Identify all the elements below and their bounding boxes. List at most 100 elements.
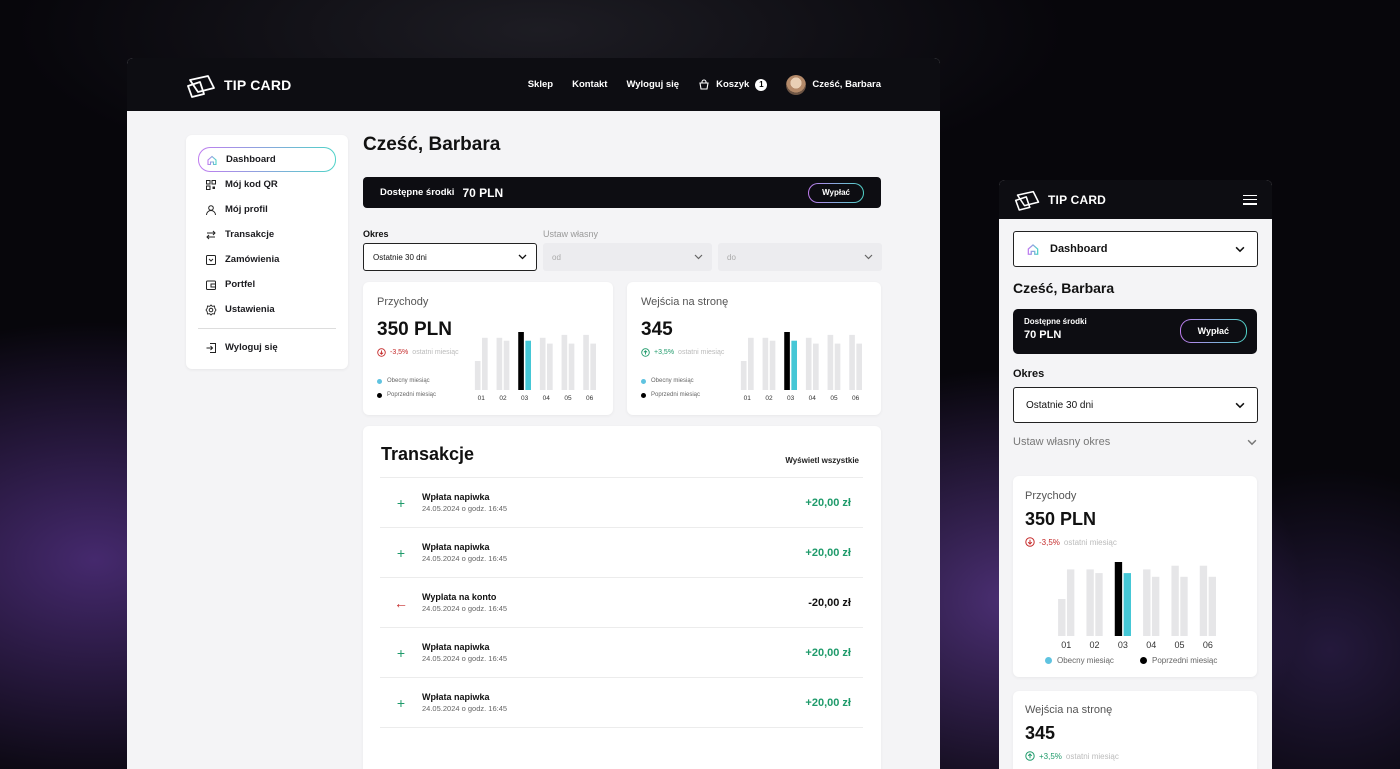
chart-bar-03-s1 (518, 332, 524, 390)
sidebar-item-label: Dashboard (226, 154, 276, 165)
sidebar-item-label: Wyloguj się (225, 342, 278, 353)
top-navbar: TIP CARD Sklep Kontakt Wyloguj się Koszy… (127, 58, 940, 111)
transaction-row[interactable]: + Wpłata napiwka 24.05.2024 o godz. 16:45 +… (380, 477, 863, 527)
chart-bar-06-s2 (590, 343, 596, 390)
chart-bar-01-s2 (748, 337, 754, 390)
chart-tick-label: 04 (543, 395, 551, 402)
custom-period-toggle[interactable]: Ustaw własny okres (1013, 436, 1257, 448)
user-menu[interactable]: Cześć, Barbara (786, 74, 881, 95)
brand-logo[interactable]: TIP CARD (1014, 188, 1106, 211)
chart-tick-label: 01 (744, 395, 752, 402)
revenue-card: Przychody 350 PLN -3,5% ostatni miesiąc … (363, 282, 613, 415)
withdraw-button[interactable]: Wypłać (808, 183, 864, 203)
nav-links: Sklep Kontakt Wyloguj się Koszyk 1 Cześć… (528, 74, 881, 95)
cart-button[interactable]: Koszyk 1 (698, 78, 768, 91)
sidebar-item-dashboard[interactable]: Dashboard (198, 147, 336, 172)
desktop-window: TIP CARD Sklep Kontakt Wyloguj się Koszy… (127, 58, 940, 769)
sidebar-item-logout[interactable]: Wyloguj się (198, 335, 336, 360)
chart-bar-03-s1 (784, 332, 790, 390)
period-select-value: Ostatnie 30 dni (373, 252, 427, 262)
transaction-amount: +20,00 zł (805, 546, 851, 559)
chart-tick-label: 02 (1090, 640, 1100, 650)
mobile-period-select[interactable]: Ostatnie 30 dni (1013, 387, 1258, 423)
plus-icon: + (396, 544, 406, 561)
chevron-down-icon (694, 254, 703, 260)
transaction-amount: -20,00 zł (808, 596, 851, 609)
transaction-name: Wpłata napiwka (422, 492, 490, 502)
sidebar-item-profile[interactable]: Mój profil (198, 197, 336, 222)
chevron-down-icon (1235, 246, 1245, 252)
date-from-select[interactable]: od (543, 243, 712, 271)
chart-bar-06-s1 (1199, 565, 1208, 636)
nav-link-contact[interactable]: Kontakt (572, 79, 607, 90)
mobile-menu-select[interactable]: Dashboard (1013, 231, 1258, 267)
transaction-row[interactable]: + Wpłata napiwka 24.05.2024 o godz. 16:45 +… (380, 527, 863, 577)
chart-bar-02-s2 (503, 340, 510, 390)
avatar (786, 74, 807, 95)
stat-title: Przychody (1025, 490, 1077, 502)
qr-icon (206, 179, 216, 190)
funds-label: Dostępne środki (380, 187, 455, 198)
transaction-date: 24.05.2024 o godz. 16:45 (422, 604, 508, 613)
sidebar-item-wallet[interactable]: Portfel (198, 272, 336, 297)
stat-change-note: ostatni miesiąc (1063, 537, 1117, 547)
mobile-revenue-bar-chart: 01 02 03 04 05 06 (1058, 562, 1216, 650)
mobile-menu-value: Dashboard (1050, 243, 1108, 255)
transaction-row[interactable]: + Wpłata napiwka 24.05.2024 o godz. 16:45 +… (380, 627, 863, 677)
transaction-name: Wpłata napiwka (422, 642, 490, 652)
brand-name: TIP CARD (1048, 192, 1107, 207)
transactions-divider (380, 727, 863, 728)
chart-bar-06-s1 (583, 334, 589, 390)
transfer-icon (206, 230, 216, 239)
funds-amount: 70 PLN (462, 185, 504, 200)
chevron-down-icon (864, 254, 873, 260)
cart-icon (699, 78, 709, 90)
stat-change-percent: -3,5% (1039, 537, 1060, 547)
chevron-down-icon (1247, 439, 1257, 445)
chart-bar-01-s1 (740, 361, 747, 390)
sidebar-item-label: Mój kod QR (225, 179, 278, 190)
period-select[interactable]: Ostatnie 30 dni (363, 243, 537, 271)
chart-bar-05-s1 (561, 334, 568, 390)
revenue-bar-chart: 01 02 03 04 05 06 (474, 332, 596, 402)
stat-change-note: ostatni miesiąc (412, 349, 459, 356)
mobile-navbar: TIP CARD (999, 180, 1272, 219)
transactions-card: Transakcje Wyświetl wszystkie + Wpłata na… (363, 426, 881, 769)
stat-change-note: ostatni miesiąc (1065, 751, 1119, 761)
transaction-date: 24.05.2024 o godz. 16:45 (422, 554, 508, 563)
chart-bar-04-s1 (539, 337, 546, 390)
hamburger-menu-icon[interactable] (1243, 194, 1257, 205)
withdraw-button[interactable]: Wypłać (1180, 319, 1247, 343)
chart-tick-label: 03 (787, 395, 795, 402)
transaction-row[interactable]: ← Wyplata na konto 24.05.2024 o godz. 16:4… (380, 577, 863, 627)
chart-bar-06-s2 (856, 343, 862, 390)
chart-bar-03-s2 (1123, 573, 1131, 636)
sidebar-item-transactions[interactable]: Transakcje (198, 222, 336, 247)
sidebar-item-orders[interactable]: Zamówienia (198, 247, 336, 272)
chart-bar-04-s2 (813, 343, 819, 390)
brand-logo[interactable]: TIP CARD (186, 72, 291, 98)
sidebar-item-qr[interactable]: Mój kod QR (198, 172, 336, 197)
legend-label: Obecny miesiąc (651, 378, 694, 384)
logout-icon (206, 342, 216, 353)
date-from-placeholder: od (552, 252, 561, 262)
user-greeting: Cześć, Barbara (812, 79, 881, 90)
sidebar-item-settings[interactable]: Ustawienia (198, 297, 336, 322)
transaction-row[interactable]: + Wpłata napiwka 24.05.2024 o godz. 16:45 +… (380, 677, 863, 727)
chart-bar-05-s1 (1171, 565, 1179, 636)
date-to-select[interactable]: do (718, 243, 882, 271)
view-all-link[interactable]: Wyświetl wszystkie (785, 456, 859, 465)
nav-link-shop[interactable]: Sklep (528, 79, 553, 90)
legend-previous: Poprzedni miesiąc (1140, 656, 1217, 665)
stat-change: +3,5% ostatni miesiąc (641, 348, 724, 357)
chart-tick-label: 01 (1061, 640, 1071, 650)
transaction-name: Wpłata napiwka (422, 542, 490, 552)
tip-card-logo-icon (1014, 190, 1040, 211)
user-icon (206, 204, 216, 215)
nav-link-logout[interactable]: Wyloguj się (626, 79, 679, 90)
chart-bar-03-s1 (1114, 562, 1123, 636)
home-icon (1027, 244, 1039, 255)
stat-change: -3,5% ostatni miesiąc (1025, 537, 1117, 547)
transaction-name: Wyplata na konto (422, 592, 497, 602)
visits-card: Wejścia na stronę 345 +3,5% ostatni mies… (627, 282, 881, 415)
